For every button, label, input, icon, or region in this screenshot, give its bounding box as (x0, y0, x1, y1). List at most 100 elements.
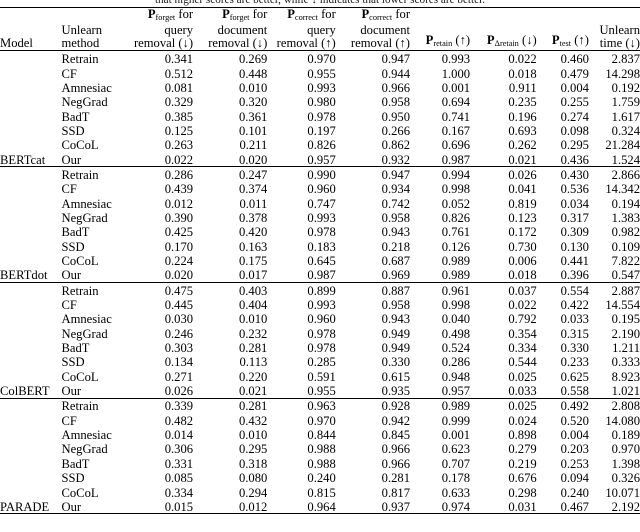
metric-value-cell: 0.482 (164, 413, 194, 428)
table-row: ColBERT Retrain 0.475 0.403 0.899 0.887 0.961 0… (0, 283, 640, 397)
metric-value-cell: 0.303 (164, 341, 194, 356)
metric-value-cell: 0.819 (508, 196, 537, 211)
metric-value-cell: 0.012 (164, 196, 194, 211)
metric-value-cell: 0.286 (441, 355, 471, 370)
metric-value-cell: 0.378 (238, 210, 268, 225)
table-row: BERTdot Retrain 0.286 0.247 0.990 0.947 0.994 0… (0, 167, 640, 281)
metric-value-cell: 0.286 (164, 167, 194, 182)
table-row: BadT 0.303 0.281 0.978 0.949 0.524 0.334 0.330 1… (0, 340, 640, 356)
metric-value-cell: 0.012 (238, 499, 268, 514)
metric-value-cell: 0.966 (381, 456, 411, 471)
metric-value-cell: 0.030 (164, 312, 194, 327)
metric-value-cell: 1.617 (611, 109, 640, 124)
metric-value-cell: 0.266 (381, 123, 411, 138)
metric-value-cell: 0.998 (441, 182, 471, 197)
table-row: BERTcat Retrain 0.341 0.269 0.970 0.947 0.993 0… (0, 51, 640, 166)
table-page: that higher scores are better, while ↓ i… (0, 0, 640, 532)
metric-value-cell: 0.026 (508, 167, 537, 182)
metric-value-cell: 0.958 (381, 210, 411, 225)
unlearn-method-cell: BadT (61, 109, 90, 124)
unlearn-method-cell: BadT (61, 341, 90, 356)
metric-value-cell: 0.512 (164, 66, 194, 81)
metric-value-cell: 0.339 (164, 399, 194, 414)
metric-value-cell: 0.263 (164, 138, 194, 153)
metric-value-cell: 0.334 (164, 485, 194, 500)
header-for-word: for (321, 7, 336, 21)
unlearn-method-cell: Retrain (61, 52, 99, 67)
metric-value-cell: 0.989 (441, 399, 471, 414)
subscript-forget: forget (229, 12, 250, 22)
model-name-cell: PARADE (0, 499, 50, 514)
unlearn-method-cell: SSD (61, 355, 85, 370)
unlearn-method-cell: Our (61, 268, 82, 283)
metric-value-cell: 0.285 (307, 355, 336, 370)
metric-value-cell: 0.982 (611, 225, 640, 240)
table-row: NegGrad 0.390 0.378 0.993 0.958 0.826 0.123 0.3… (0, 210, 640, 225)
arrow-up: (↑) (455, 33, 471, 48)
metric-value-cell: 0.694 (441, 95, 471, 110)
metric-value-cell: 0.014 (164, 428, 194, 443)
unlearn-method-cell: CoCoL (61, 369, 99, 384)
metric-value-cell: 0.558 (560, 384, 589, 399)
table-row: PARADE Retrain 0.339 0.281 0.963 0.928 0.989 0.… (0, 399, 640, 513)
table-row: CoCoL 0.224 0.175 0.645 0.687 0.989 0.006 0.441… (0, 253, 640, 268)
metric-value-cell: 0.306 (164, 442, 194, 457)
metric-value-cell: 0.404 (238, 298, 268, 313)
metric-value-cell: 0.224 (164, 254, 194, 268)
metric-value-cell: 0.547 (611, 268, 640, 283)
metric-value-cell: 0.279 (508, 442, 537, 457)
p-symbol: P (147, 7, 156, 21)
metric-value-cell: 0.094 (560, 471, 589, 486)
metric-value-cell: 0.298 (508, 485, 537, 500)
metric-value-cell: 0.233 (560, 355, 589, 370)
header-line: PΔretain (↓) (470, 34, 537, 50)
table-row: Our 0.015 0.012 0.964 0.937 0.974 0.031 0.467 2.… (0, 499, 640, 514)
metric-value-cell: 0.792 (508, 312, 537, 327)
metric-value-cell: 0.081 (164, 80, 194, 95)
metric-value-cell: 0.197 (307, 123, 336, 138)
unlearn-method-cell: Retrain (61, 283, 99, 298)
metric-value-cell: 0.385 (164, 109, 194, 124)
table-row: BadT 0.425 0.420 0.978 0.943 0.761 0.172 0.309 0… (0, 225, 640, 239)
unlearn-method-cell: CF (61, 66, 77, 81)
metric-value-cell: 0.203 (560, 442, 589, 457)
col-header-pretain: Pretain (↑) (410, 8, 470, 51)
metric-value-cell: 0.961 (441, 283, 471, 298)
metric-value-cell: 0.978 (307, 109, 336, 124)
metric-value-cell: 0.441 (560, 254, 589, 268)
col-header-unlearn-method: Unlearn method (61, 8, 127, 51)
table-row: SSD 0.085 0.080 0.240 0.281 0.178 0.676 0.094 0.… (0, 470, 640, 486)
table-caption-clipped: that higher scores are better, while ↓ i… (154, 0, 486, 6)
metric-value-cell: 0.172 (508, 225, 537, 240)
metric-value-cell: 0.625 (560, 369, 589, 384)
metric-value-cell: 0.113 (239, 355, 268, 370)
metric-value-cell: 0.761 (441, 225, 471, 240)
col-header-ptest: Ptest (↑) (537, 8, 589, 51)
metric-value-cell: 0.001 (441, 80, 471, 95)
metric-value-cell: 0.425 (164, 225, 194, 240)
unlearn-method-cell: CF (61, 298, 77, 313)
metric-value-cell: 0.988 (307, 442, 336, 457)
metric-value-cell: 0.934 (381, 182, 411, 197)
metric-value-cell: 0.615 (381, 369, 411, 384)
metric-value-cell: 0.255 (560, 95, 589, 110)
header-for-word: for (395, 7, 411, 21)
model-name-cell: BERTcat (0, 152, 46, 167)
metric-value-cell: 0.492 (560, 399, 589, 414)
metric-value-cell: 0.989 (441, 254, 471, 268)
table-row: Amnesiac 0.030 0.010 0.960 0.943 0.040 0.792 0.… (0, 312, 640, 326)
table-row: Amnesiac 0.014 0.010 0.844 0.845 0.001 0.898 0.… (0, 427, 640, 443)
metric-value-cell: 0.123 (508, 210, 537, 225)
metric-value-cell: 0.006 (508, 254, 537, 268)
metric-value-cell: 0.235 (508, 95, 537, 110)
metric-value-cell: 0.978 (307, 341, 336, 356)
metric-value-cell: 0.524 (441, 341, 471, 356)
metric-value-cell: 0.958 (381, 298, 411, 313)
metric-value-cell: 2.808 (611, 399, 640, 414)
table-row: CoCoL 0.271 0.220 0.591 0.615 0.948 0.025 0.625… (0, 369, 640, 383)
metric-value-cell: 0.130 (560, 239, 589, 254)
metric-value-cell: 0.887 (381, 283, 411, 298)
metric-value-cell: 0.037 (508, 283, 537, 298)
metric-value-cell: 0.623 (441, 442, 471, 457)
rule-bottom (0, 513, 640, 515)
